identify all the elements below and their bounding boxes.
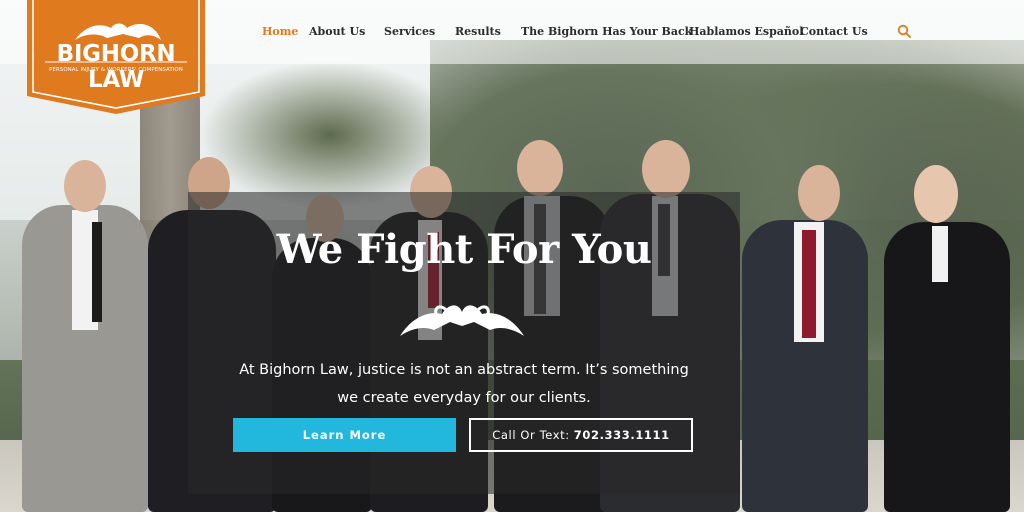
nav-item-about-us[interactable]: About Us [309,0,365,38]
hero-description: At Bighorn Law, justice is not an abstra… [200,356,728,412]
search-icon[interactable] [897,24,911,38]
nav-item-bighorn-has-your-back[interactable]: The Bighorn Has Your Back [521,0,692,38]
nav-item-contact-us[interactable]: Contact Us [800,0,868,38]
site-logo[interactable]: BIGHORN LAW PERSONAL INJURY & WORKERS' C… [27,0,205,114]
call-label: Call Or Text: [492,428,570,442]
logo-tagline: PERSONAL INJURY & WORKERS' COMPENSATION [49,67,183,73]
bighorn-emblem-icon [400,305,524,336]
hero-headline: We Fight For You [276,226,652,273]
nav-item-hablamos-espanol[interactable]: Hablamos Español [689,0,803,38]
hero-description-line-1: At Bighorn Law, justice is not an abstra… [239,362,689,378]
nav-item-home[interactable]: Home [262,0,298,38]
nav-item-results[interactable]: Results [455,0,501,38]
phone-number: 702.333.1111 [573,428,670,442]
hero-description-line-2: we create everyday for our clients. [337,390,591,406]
nav-item-services[interactable]: Services [384,0,435,38]
call-or-text-button[interactable]: Call Or Text: 702.333.1111 [469,418,693,452]
learn-more-button[interactable]: Learn More [233,418,456,452]
